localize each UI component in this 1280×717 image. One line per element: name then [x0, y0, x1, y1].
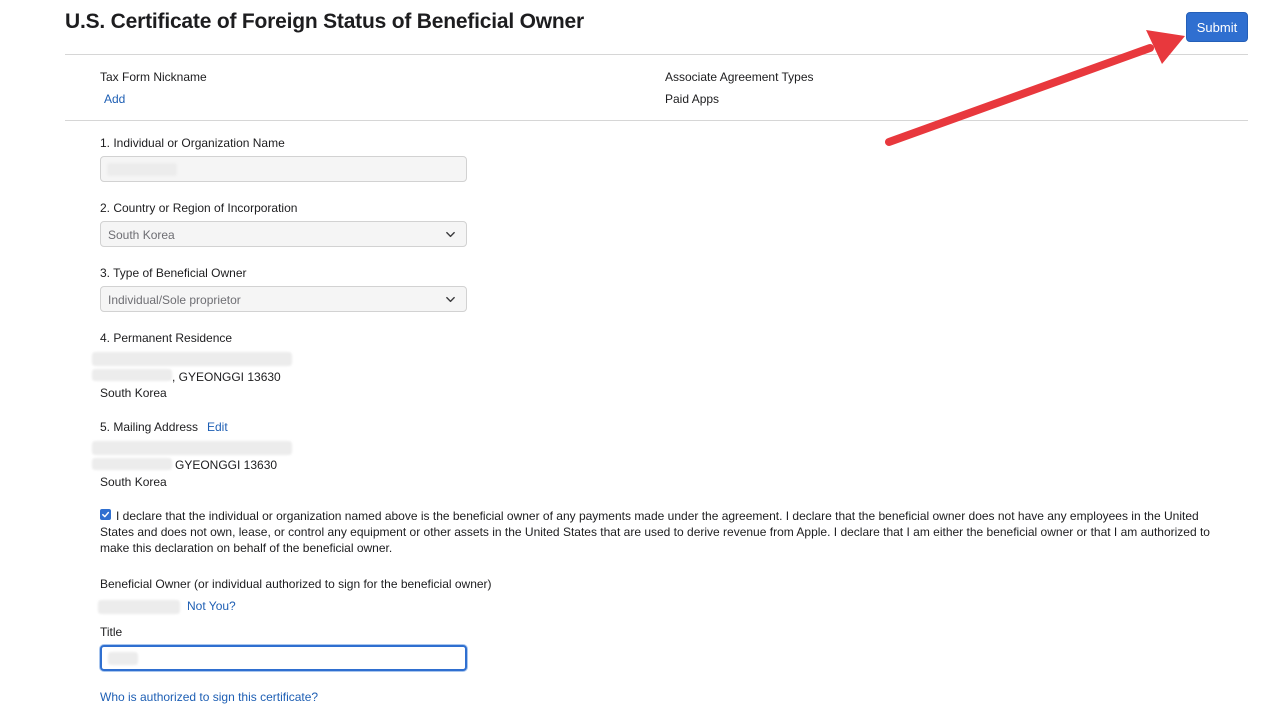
residence-line-2: , GYEONGGI 13630: [172, 370, 281, 384]
residence-line-3: South Korea: [100, 386, 167, 400]
edit-mailing-link[interactable]: Edit: [207, 420, 228, 434]
who-authorized-link[interactable]: Who is authorized to sign this certifica…: [100, 690, 318, 704]
mailing-line-2: GYEONGGI 13630: [175, 458, 278, 472]
not-you-link[interactable]: Not You?: [187, 599, 236, 613]
name-input[interactable]: [100, 156, 467, 182]
divider: [65, 54, 1248, 55]
owner-type-select-value: Individual/Sole proprietor: [108, 293, 241, 307]
chevron-down-icon: [446, 296, 455, 303]
country-label: 2. Country or Region of Incorporation: [100, 201, 298, 215]
nickname-label: Tax Form Nickname: [100, 70, 207, 84]
redacted-address-line: [92, 369, 172, 381]
mailing-label: 5. Mailing Address: [100, 420, 199, 434]
residence-label: 4. Permanent Residence: [100, 331, 233, 345]
name-label: 1. Individual or Organization Name: [100, 136, 285, 150]
beneficial-owner-label: Beneficial Owner (or individual authoriz…: [100, 577, 492, 591]
add-nickname-link[interactable]: Add: [104, 92, 125, 106]
declaration-text: I declare that the individual or organiz…: [100, 509, 1210, 555]
divider: [65, 120, 1248, 121]
redacted-title: [108, 652, 138, 665]
title-input[interactable]: [100, 645, 467, 671]
country-select-value: South Korea: [108, 228, 175, 242]
page-title: U.S. Certificate of Foreign Status of Be…: [65, 10, 584, 33]
chevron-down-icon: [446, 231, 455, 238]
agreement-types-label: Associate Agreement Types: [665, 70, 814, 84]
submit-button[interactable]: Submit: [1186, 12, 1248, 42]
title-label: Title: [100, 625, 123, 639]
redacted-address-line: [92, 352, 292, 366]
redacted-address-line: [92, 441, 292, 455]
redacted-address-line: [92, 458, 172, 470]
mailing-line-3: South Korea: [100, 475, 167, 489]
owner-type-label: 3. Type of Beneficial Owner: [100, 266, 247, 280]
owner-type-select[interactable]: Individual/Sole proprietor: [100, 286, 467, 312]
country-select[interactable]: South Korea: [100, 221, 467, 247]
redacted-name: [107, 163, 177, 176]
agreement-types-value: Paid Apps: [665, 92, 720, 106]
redacted-owner-name: [98, 600, 180, 614]
